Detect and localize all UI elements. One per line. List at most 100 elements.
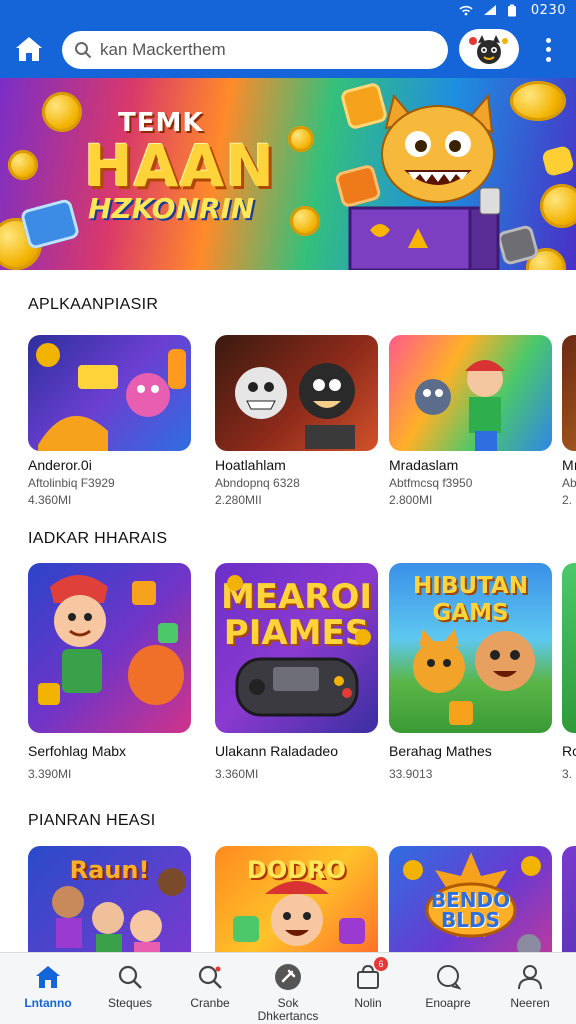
notification-badge: 6 xyxy=(374,957,388,971)
app-size: 2.280MII xyxy=(215,493,262,507)
app-card[interactable]: Hoatlahlam Abndopnq 6328 2.280MII xyxy=(215,335,378,507)
app-thumbnail: Raun! xyxy=(28,846,191,952)
games-icon xyxy=(274,963,302,991)
nav-item-bag[interactable]: 6 Nolin xyxy=(328,953,408,1024)
search-input[interactable] xyxy=(100,40,420,60)
nav-item-games[interactable]: Sok Dhkertancs xyxy=(248,953,328,1024)
nav-item-home[interactable]: Lntanno xyxy=(8,953,88,1024)
nav-item-chat[interactable]: Enoapre xyxy=(408,953,488,1024)
app-thumbnail: DODRO xyxy=(215,846,378,952)
app-name: Ulakann Raladadeo xyxy=(215,743,338,759)
promo-banner[interactable]: TEMK HAAN HZKONRIN xyxy=(0,78,576,270)
section-title: PIANRAN HEASI xyxy=(28,812,156,829)
bag-icon: 6 xyxy=(354,957,388,991)
app-card[interactable] xyxy=(562,846,576,952)
app-size: 2. xyxy=(562,493,573,507)
app-developer: Abndopnq 6328 xyxy=(215,476,300,490)
more-menu-button[interactable] xyxy=(536,36,560,64)
profile-icon xyxy=(516,963,544,991)
app-size: 33.9013 xyxy=(389,767,433,781)
app-thumbnail xyxy=(215,335,378,451)
gem-decoration xyxy=(19,197,81,251)
clock: 0230 xyxy=(530,2,566,18)
nav-item-browse[interactable]: Cranbe xyxy=(170,953,250,1024)
thumbnail-title: BENDO BLDS xyxy=(430,888,511,932)
nav-label: Enoapre xyxy=(425,996,471,1010)
app-card[interactable]: DODRO xyxy=(215,846,378,952)
app-row: Serfohlag Mabx 3.390MI MEAROI PIAMES Ula… xyxy=(28,563,576,788)
app-bar xyxy=(0,20,576,78)
app-card[interactable]: Serfohlag Mabx 3.390MI xyxy=(28,563,191,781)
nav-label: Steques xyxy=(107,996,153,1010)
app-thumbnail: HIBUTAN GAMS xyxy=(389,563,552,733)
nav-label: Neeren xyxy=(510,996,550,1010)
avatar-icon xyxy=(469,35,508,64)
battery-icon xyxy=(507,4,521,17)
app-thumbnail: BENDO BLDS xyxy=(389,846,552,952)
search-icon xyxy=(75,42,92,59)
app-card[interactable]: MEAROI PIAMES Ulakann Raladadeo 3.360MI xyxy=(215,563,378,781)
app-card[interactable]: Anderor.0i Aftolinbiq F3929 4.360MI xyxy=(28,335,191,507)
signal-icon xyxy=(459,4,473,16)
home-icon xyxy=(16,37,42,61)
coin-decoration xyxy=(290,206,320,236)
app-row: Anderor.0i Aftolinbiq F3929 4.360MI Hoat… xyxy=(28,335,576,510)
app-card[interactable]: Rc 3. xyxy=(562,563,576,781)
app-card[interactable]: HIBUTAN GAMS Berahag Mathes 33.9013 xyxy=(389,563,552,781)
app-name: Anderor.0i xyxy=(28,457,92,473)
app-thumbnail xyxy=(28,335,191,451)
home-button[interactable] xyxy=(12,33,46,65)
app-developer: Ab xyxy=(562,476,576,490)
app-name: Serfohlag Mabx xyxy=(28,743,127,759)
coin-decoration xyxy=(42,92,82,132)
app-size: 3.390MI xyxy=(28,767,72,781)
app-card[interactable]: Mradaslam Abtfmcsq f3950 2.800MI xyxy=(389,335,552,507)
app-thumbnail xyxy=(389,335,552,451)
app-size: 2.800MI xyxy=(389,493,433,507)
bottom-navigation: Lntanno Steques Cranbe Sok Dhkertancs 6 … xyxy=(0,952,576,1024)
app-card[interactable]: Raun! xyxy=(28,846,191,952)
app-size: 3.360MI xyxy=(215,767,259,781)
app-thumbnail xyxy=(562,563,576,733)
cellular-icon xyxy=(483,4,497,16)
search-bar[interactable] xyxy=(62,31,448,69)
avatar-button[interactable] xyxy=(459,29,519,69)
app-name: Mradaslam xyxy=(389,457,459,473)
coin-decoration xyxy=(8,150,38,180)
app-name: Rc xyxy=(562,743,576,759)
app-thumbnail xyxy=(562,335,576,451)
banner-title-sub: HZKONRIN xyxy=(88,192,255,225)
section-title: APLKAANPIASIR xyxy=(28,296,159,313)
mascot-illustration xyxy=(348,93,501,270)
app-name: Berahag Mathes xyxy=(389,743,492,759)
app-developer: Aftolinbiq F3929 xyxy=(28,476,115,490)
app-card[interactable]: Mı Ab 2. xyxy=(562,335,576,507)
app-card[interactable]: BENDO BLDS xyxy=(389,846,552,952)
gem-decoration xyxy=(541,144,575,178)
app-thumbnail xyxy=(28,563,191,733)
coin-decoration xyxy=(510,81,566,121)
app-name: Mı xyxy=(562,457,576,473)
nav-item-profile[interactable]: Neeren xyxy=(490,953,570,1024)
coin-decoration xyxy=(288,126,314,152)
app-size: 3. xyxy=(562,767,573,781)
app-developer: Abtfmcsq f3950 xyxy=(389,476,473,490)
nav-label: Cranbe xyxy=(190,996,230,1010)
more-vertical-icon xyxy=(545,38,551,44)
app-thumbnail: MEAROI PIAMES xyxy=(215,563,378,733)
section-title: IADKAR HHARAIS xyxy=(28,530,168,547)
nav-label: Nolin xyxy=(354,996,382,1010)
app-thumbnail xyxy=(562,846,576,952)
coin-decoration xyxy=(540,184,576,228)
search-icon xyxy=(116,963,144,991)
nav-label: Sok Dhkertancs xyxy=(257,996,319,1023)
app-row: Raun! DODRO BENDO BLDS xyxy=(28,846,576,952)
status-bar: 0230 xyxy=(0,0,576,20)
home-icon xyxy=(34,963,62,991)
nav-item-search[interactable]: Steques xyxy=(90,953,170,1024)
chat-icon xyxy=(434,963,462,991)
app-size: 4.360MI xyxy=(28,493,72,507)
nav-label: Lntanno xyxy=(24,996,72,1010)
app-name: Hoatlahlam xyxy=(215,457,286,473)
search-icon xyxy=(196,963,224,991)
